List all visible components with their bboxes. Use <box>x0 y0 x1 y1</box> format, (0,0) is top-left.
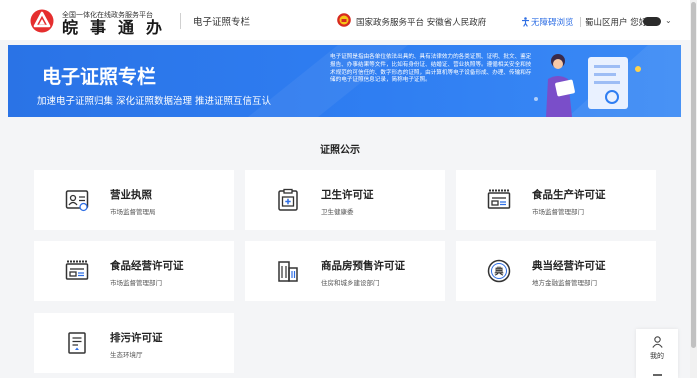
banner: 电子证照专栏 加速电子证照归集 深化证照数据治理 推进证照互信互认 电子证照是指… <box>8 45 681 117</box>
health-permit-icon <box>278 188 298 211</box>
svg-text:典: 典 <box>494 266 503 278</box>
banner-title: 电子证照专栏 <box>42 66 157 88</box>
site-header: 全国一体化在线政务服务平台 皖事通办 电子证照专栏 国家政务服务平台 安徽省人民… <box>0 0 697 40</box>
card-title: 卫生许可证 <box>321 189 374 201</box>
section-name: 电子证照专栏 <box>193 17 251 28</box>
scrollbar-thumb[interactable] <box>691 2 696 348</box>
pawn-icon: 典 <box>487 259 511 283</box>
user-avatar[interactable] <box>643 17 661 26</box>
user-greeting: 蜀山区用户 您好, <box>585 18 650 28</box>
my-float-button[interactable]: 我的 <box>636 329 678 378</box>
card-title: 排污许可证 <box>110 332 163 344</box>
float-next-item[interactable] <box>653 374 662 376</box>
card-title: 食品经营许可证 <box>110 260 184 272</box>
accessibility-link[interactable]: 无障碍浏览 <box>521 16 574 28</box>
card-department: 住房和城乡建设部门 <box>321 279 380 287</box>
banner-subtitle: 加速电子证照归集 深化证照数据治理 推进证照互信互认 <box>37 96 272 107</box>
card-food-business[interactable]: 食品经营许可证 市场监督管理部门 <box>34 241 234 301</box>
user-separator <box>580 17 581 27</box>
card-title: 食品生产许可证 <box>532 189 606 201</box>
card-business-license[interactable]: 营业执照 市场监督管理局 <box>34 170 234 230</box>
banner-description: 电子证照是指由各单位依法出具的、具有法律效力的各类证照、证明、批文、鉴定报告、办… <box>330 54 532 84</box>
card-food-production[interactable]: 食品生产许可证 市场监督管理部门 <box>456 170 656 230</box>
card-title: 商品房预售许可证 <box>321 260 405 272</box>
chevron-down-icon[interactable]: ⌄ <box>665 16 672 25</box>
accessibility-label: 无障碍浏览 <box>531 18 574 28</box>
card-department: 市场监督管理部门 <box>532 208 584 216</box>
building-icon <box>278 261 298 282</box>
accessibility-icon <box>522 17 529 27</box>
float-label: 我的 <box>650 352 664 360</box>
person-with-document-illustration <box>534 54 641 117</box>
card-health-permit[interactable]: 卫生许可证 卫生健康委 <box>245 170 445 230</box>
food-business-icon <box>65 260 89 280</box>
card-title: 典当经营许可证 <box>532 260 606 272</box>
card-pollution-permit[interactable]: 排污许可证 生态环境厅 <box>34 313 234 373</box>
business-license-icon <box>65 190 89 212</box>
gov-link[interactable]: 国家政务服务平台 安徽省人民政府 <box>356 16 486 28</box>
national-emblem-icon <box>337 13 351 27</box>
pollution-permit-icon <box>68 332 86 354</box>
card-department: 卫生健康委 <box>321 208 354 216</box>
logo-title[interactable]: 皖事通办 <box>62 20 174 36</box>
card-department: 生态环境厅 <box>110 351 143 359</box>
section-title: 证照公示 <box>320 145 360 156</box>
card-pawn-permit[interactable]: 典 典当经营许可证 地方金融监督管理部门 <box>456 241 656 301</box>
card-presale-permit[interactable]: 商品房预售许可证 住房和城乡建设部门 <box>245 241 445 301</box>
food-production-icon <box>487 189 511 209</box>
card-department: 市场监督管理部门 <box>110 279 162 287</box>
header-divider <box>180 13 181 29</box>
user-icon <box>652 336 663 348</box>
card-title: 营业执照 <box>110 189 152 201</box>
card-department: 地方金融监督管理部门 <box>532 279 597 287</box>
card-department: 市场监督管理局 <box>110 208 156 216</box>
wan-logo-icon[interactable] <box>30 9 54 33</box>
